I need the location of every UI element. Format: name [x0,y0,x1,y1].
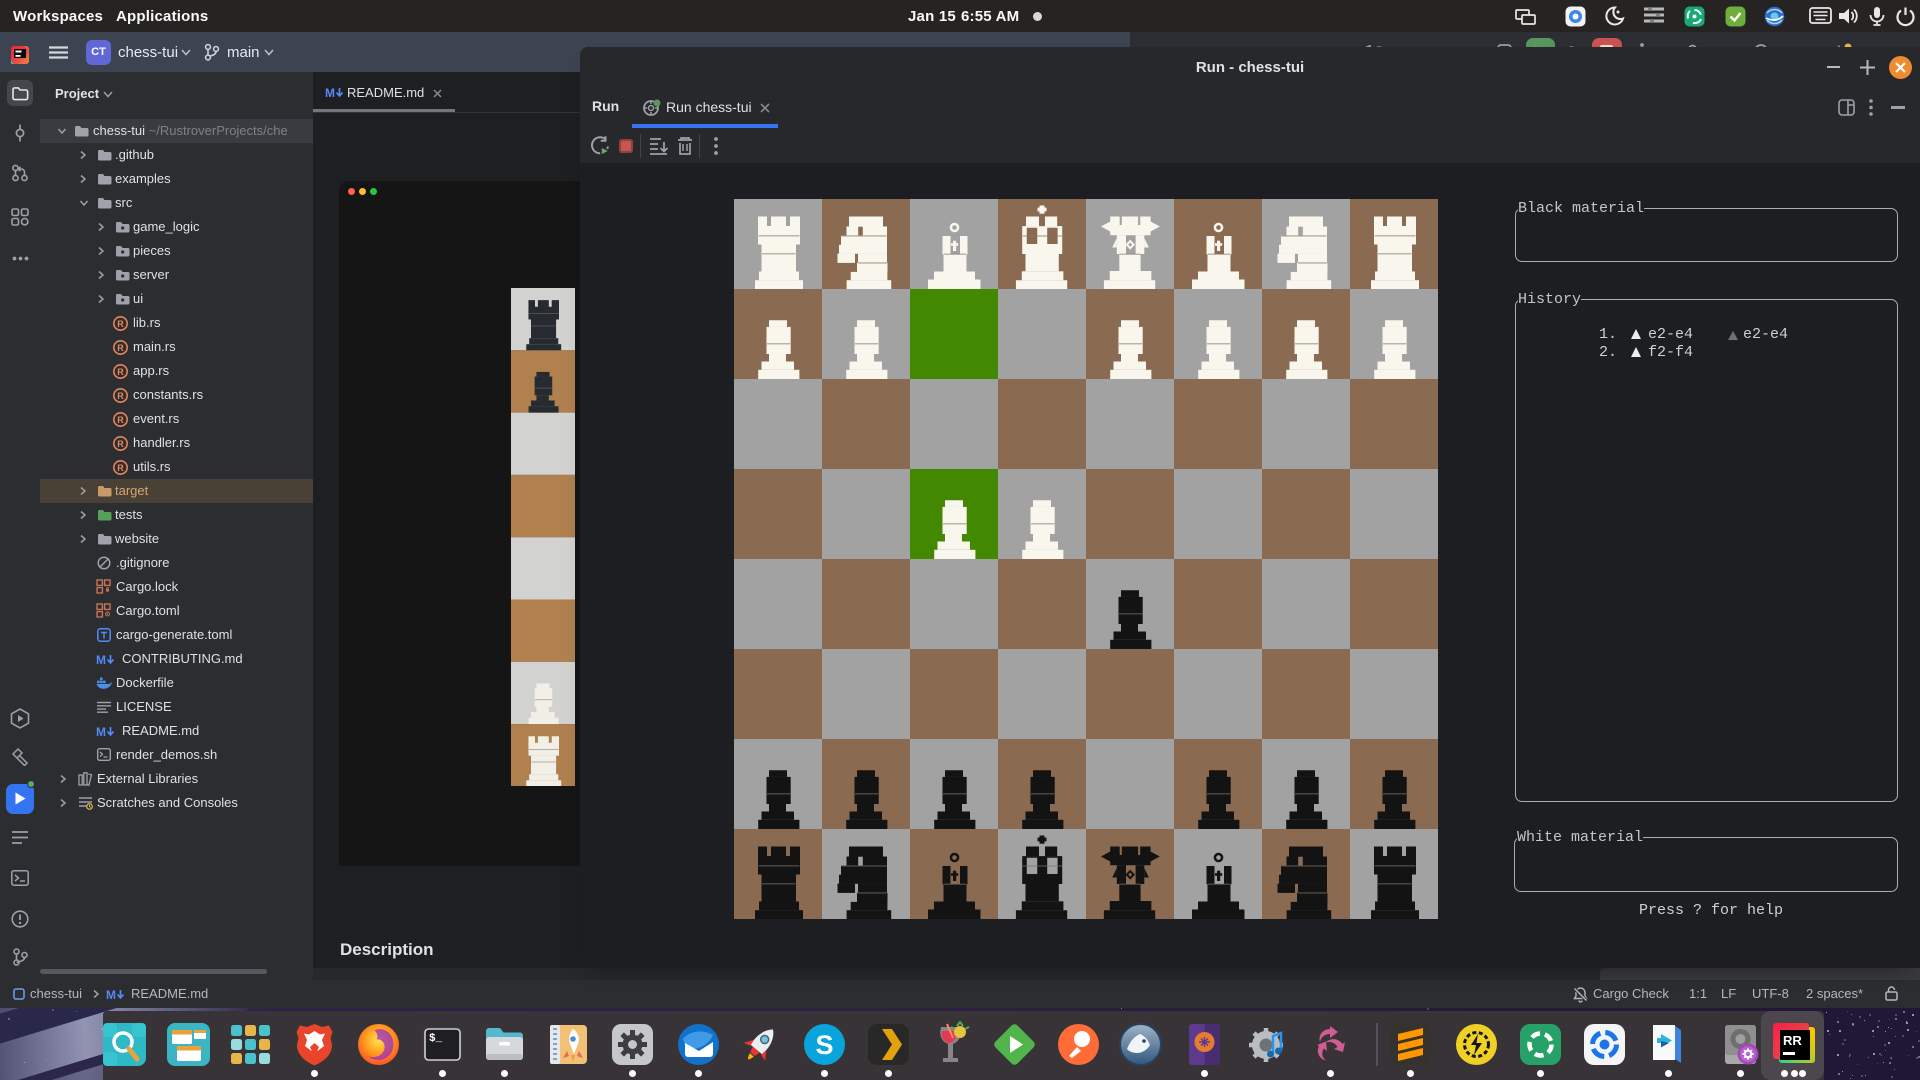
svg-text:R: R [117,319,124,329]
svg-text:R: R [117,463,124,473]
svg-text:R: R [117,439,124,449]
svg-text:S: S [815,1030,833,1060]
svg-text:M: M [106,988,116,1001]
svg-text:R: R [117,391,124,401]
svg-text:$_: $_ [429,1033,443,1045]
svg-text:M: M [96,653,106,666]
svg-text:RR: RR [1783,1033,1802,1048]
svg-text:M: M [96,725,106,738]
svg-text:R: R [117,367,124,377]
svg-text:R: R [117,415,124,425]
svg-text:M: M [325,86,335,99]
svg-text:R: R [117,343,124,353]
